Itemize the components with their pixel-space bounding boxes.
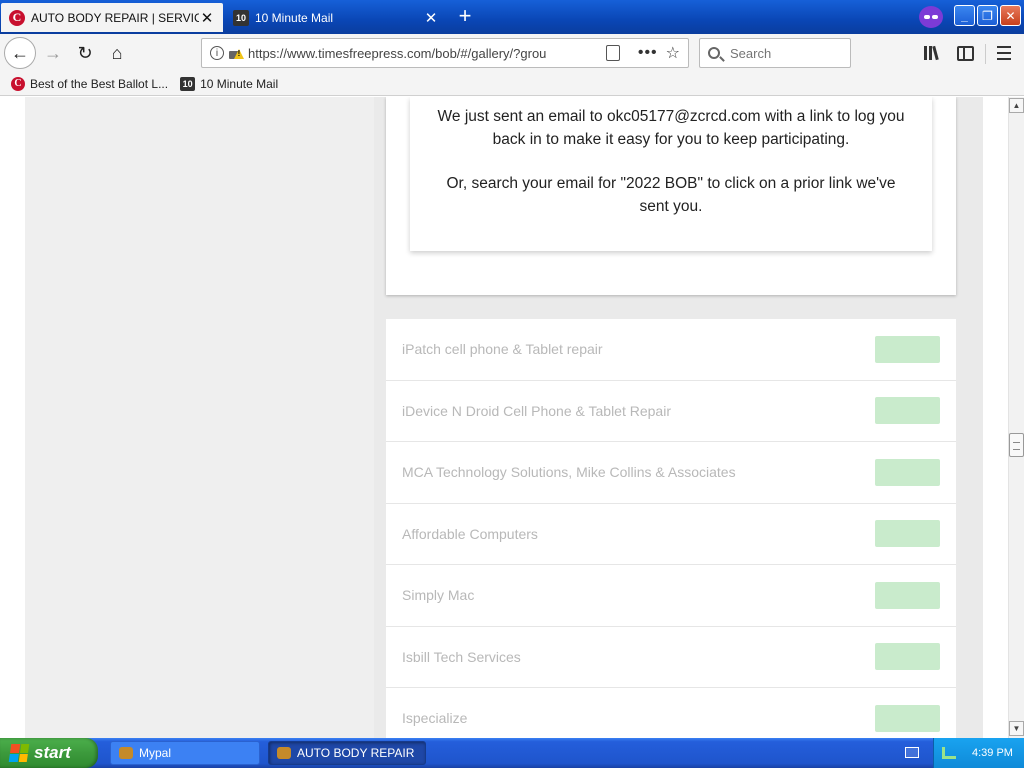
private-browsing-mask-icon <box>919 6 943 28</box>
search-input[interactable] <box>730 45 830 61</box>
url-text[interactable]: https://www.timesfreepress.com/bob/#/gal… <box>248 46 596 61</box>
browser-tab-strip: C AUTO BODY REPAIR | SERVICES ✕ 10 10 Mi… <box>0 0 1024 34</box>
ten-minute-mail-icon: 10 <box>233 9 249 26</box>
bookmark-label: 10 Minute Mail <box>200 76 279 91</box>
keyboard-icon[interactable] <box>905 747 919 758</box>
bookmarks-toolbar: C Best of the Best Ballot L... 10 10 Min… <box>0 72 1024 96</box>
times-free-press-c-icon: C <box>11 76 25 91</box>
site-info-icon[interactable]: i <box>210 46 224 60</box>
email-sent-notice: We just sent an email to okc05177@zcrcd.… <box>410 97 932 251</box>
business-name: Ispecialize <box>402 710 468 727</box>
bookmark-best-of-the-best-ballot[interactable]: C Best of the Best Ballot L... <box>11 76 169 91</box>
vote-button[interactable] <box>875 520 940 548</box>
times-free-press-c-icon: C <box>9 9 25 26</box>
business-name: Isbill Tech Services <box>402 648 521 665</box>
search-icon <box>708 47 720 59</box>
scrollbar-thumb[interactable] <box>1009 433 1024 457</box>
taskbar-item-mypal[interactable]: Mypal <box>110 741 260 765</box>
toolbar-separator <box>985 44 986 64</box>
sidebar-toggle-icon[interactable] <box>957 46 974 61</box>
close-tab-icon[interactable]: ✕ <box>423 10 439 27</box>
reader-view-icon[interactable] <box>605 45 620 61</box>
page-scrollbar[interactable]: ▲ ▼ <box>1008 97 1024 738</box>
address-bar[interactable]: i https://www.timesfreepress.com/bob/#/g… <box>201 38 689 68</box>
list-item: iPatch cell phone & Tablet repair <box>386 319 956 381</box>
list-item: Isbill Tech Services <box>386 626 956 688</box>
reload-icon[interactable]: ↻ <box>70 38 100 68</box>
list-item: iDevice N Droid Cell Phone & Tablet Repa… <box>386 380 956 442</box>
list-item: Ispecialize <box>386 688 956 738</box>
library-icon[interactable] <box>924 45 942 62</box>
taskbar-item-auto-body-repair[interactable]: AUTO BODY REPAIR ... <box>268 741 426 765</box>
business-name: Affordable Computers <box>402 525 538 542</box>
search-email-hint: Or, search your email for "2022 BOB" to … <box>446 175 896 215</box>
search-box[interactable] <box>699 38 851 68</box>
vote-button[interactable] <box>875 397 940 425</box>
task-label: AUTO BODY REPAIR ... <box>297 746 417 760</box>
business-name: iPatch cell phone & Tablet repair <box>402 341 603 358</box>
network-icon[interactable] <box>942 747 956 759</box>
insecure-lock-icon[interactable] <box>228 46 242 60</box>
close-window-button[interactable]: ✕ <box>1000 5 1021 26</box>
tab-label: 10 Minute Mail <box>255 10 334 25</box>
navigation-toolbar: ← → ↻ ⌂ i https://www.timesfreepress.com… <box>0 34 1024 72</box>
forward-arrow-icon[interactable]: → <box>38 38 68 68</box>
bookmark-label: Best of the Best Ballot L... <box>30 76 169 91</box>
list-item: Simply Mac <box>386 565 956 627</box>
vote-button[interactable] <box>875 581 940 609</box>
bookmark-star-icon[interactable]: ☆ <box>666 43 680 63</box>
windows-taskbar: start Mypal AUTO BODY REPAIR ... 4:39 PM <box>0 738 1024 768</box>
list-item: Affordable Computers <box>386 503 956 565</box>
windows-logo-icon <box>8 744 30 762</box>
scroll-up-icon[interactable]: ▲ <box>1009 98 1024 113</box>
tab-label: AUTO BODY REPAIR | SERVICES <box>31 10 199 25</box>
bookmark-10-minute-mail[interactable]: 10 10 Minute Mail <box>180 76 279 91</box>
vote-button[interactable] <box>875 704 940 732</box>
vote-button[interactable] <box>875 643 940 671</box>
new-tab-button[interactable]: + <box>452 5 478 29</box>
start-button[interactable]: start <box>0 738 98 768</box>
tab-10-minute-mail[interactable]: 10 10 Minute Mail ✕ <box>225 3 447 32</box>
business-name: iDevice N Droid Cell Phone & Tablet Repa… <box>402 402 671 419</box>
main-column: We just sent an email to okc05177@zcrcd.… <box>374 97 983 738</box>
login-notice-container: We just sent an email to okc05177@zcrcd.… <box>386 97 956 295</box>
list-item: MCA Technology Solutions, Mike Collins &… <box>386 442 956 504</box>
page-actions-icon[interactable]: ••• <box>638 44 658 62</box>
maximize-window-button[interactable]: ❐ <box>977 5 998 26</box>
mypal-app-icon <box>119 747 133 759</box>
web-page-viewport: We just sent an email to okc05177@zcrcd.… <box>0 97 1008 738</box>
close-tab-icon[interactable]: ✕ <box>199 10 215 27</box>
task-label: Mypal <box>139 746 172 760</box>
clock[interactable]: 4:39 PM <box>972 747 1013 759</box>
minimize-window-button[interactable]: _ <box>954 5 975 26</box>
hamburger-menu-icon[interactable] <box>997 46 1011 60</box>
vote-button[interactable] <box>875 458 940 486</box>
left-panel <box>25 97 374 738</box>
back-arrow-icon[interactable]: ← <box>4 37 36 69</box>
email-sent-message: We just sent an email to okc05177@zcrcd.… <box>437 108 905 148</box>
system-tray: 4:39 PM <box>933 738 1024 768</box>
scroll-down-icon[interactable]: ▼ <box>1009 721 1024 736</box>
ten-minute-mail-icon: 10 <box>180 76 196 91</box>
business-list: iPatch cell phone & Tablet repair iDevic… <box>386 319 956 738</box>
tab-auto-body-repair[interactable]: C AUTO BODY REPAIR | SERVICES ✕ <box>1 3 223 32</box>
home-icon[interactable]: ⌂ <box>102 38 132 68</box>
mypal-app-icon <box>277 747 291 759</box>
business-name: Simply Mac <box>402 587 475 604</box>
start-label: start <box>34 743 71 762</box>
business-name: MCA Technology Solutions, Mike Collins &… <box>402 464 736 481</box>
vote-button[interactable] <box>875 335 940 363</box>
